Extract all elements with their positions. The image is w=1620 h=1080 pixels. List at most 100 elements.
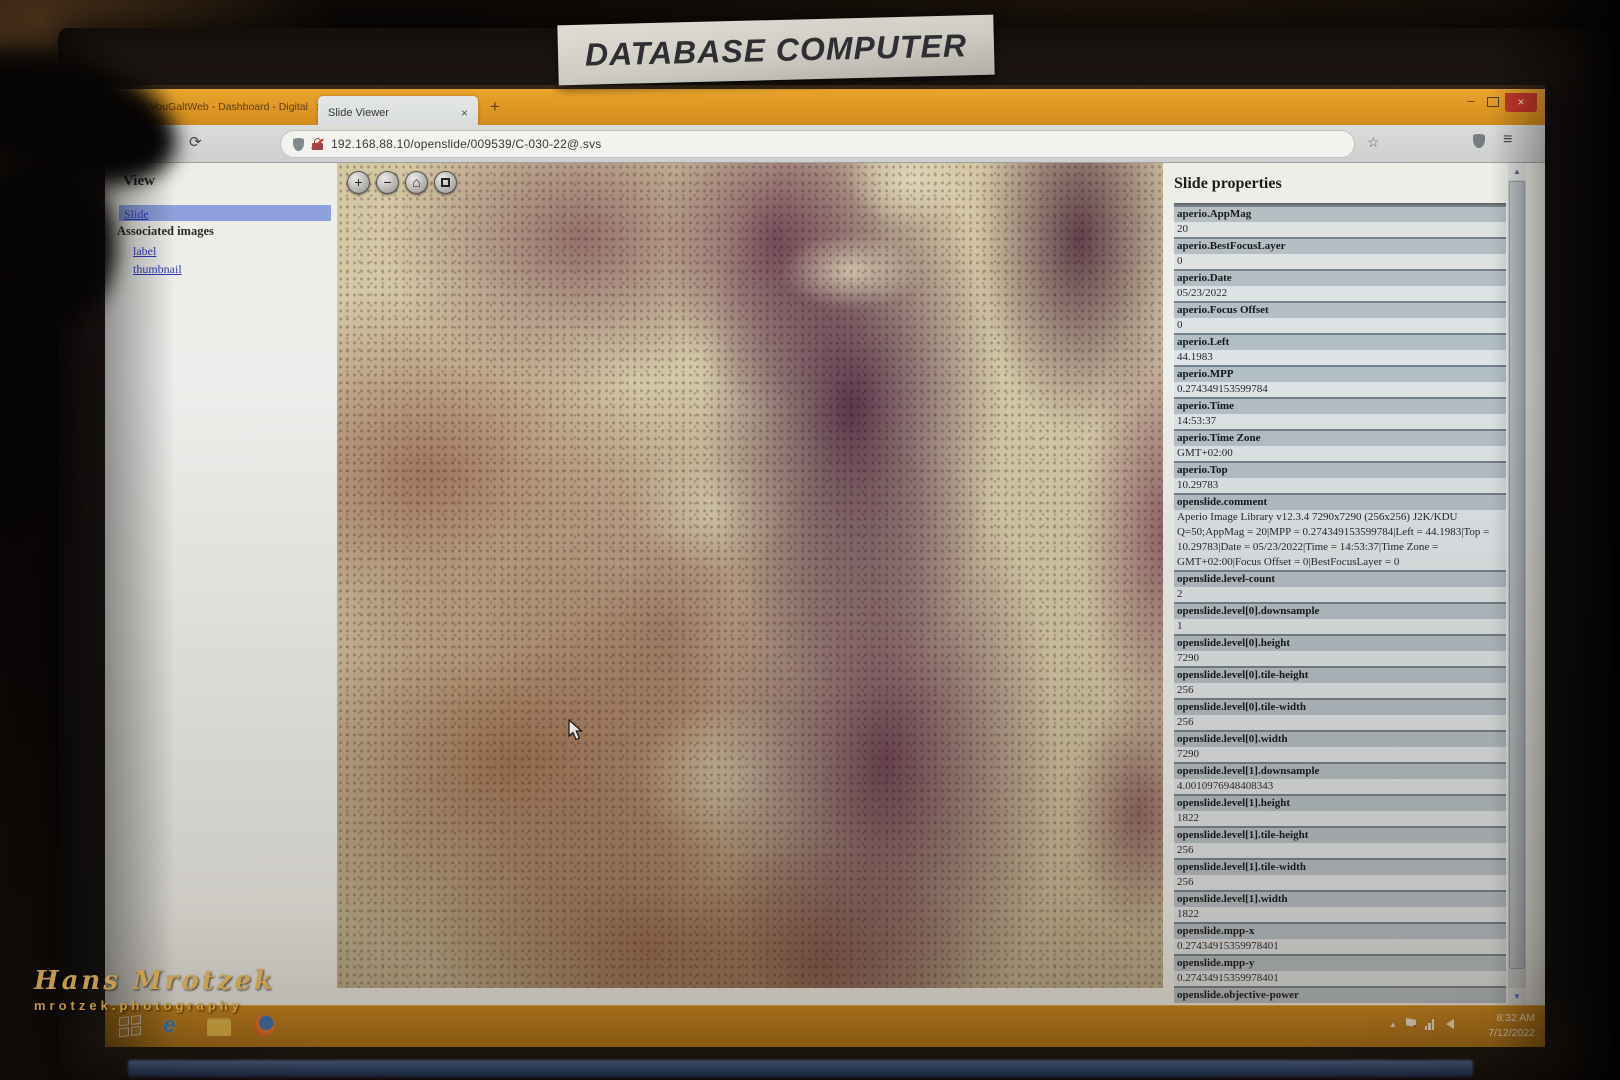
table-row: openslide.level[1].height 1822 <box>1174 794 1506 826</box>
tray-expand-icon[interactable]: ▲ <box>1389 1020 1397 1029</box>
scroll-up-icon[interactable]: ▲ <box>1508 163 1526 180</box>
property-key: aperio.Left <box>1174 333 1506 350</box>
property-value: 1 <box>1174 619 1506 634</box>
property-value: 256 <box>1174 875 1506 890</box>
close-button[interactable]: × <box>1505 93 1537 112</box>
property-key: openslide.level[1].height <box>1174 794 1506 811</box>
table-row: openslide.mpp-x 0.27434915359978401 <box>1174 922 1506 954</box>
url-bar[interactable]: 192.168.88.10/openslide/009539/C-030-22@… <box>280 130 1355 158</box>
property-key: openslide.level[0].tile-width <box>1174 698 1506 715</box>
property-value: 0.274349153599784 <box>1174 382 1506 397</box>
maximize-button[interactable] <box>1487 97 1499 107</box>
label-link[interactable]: label <box>133 244 156 259</box>
table-row: aperio.Top 10.29783 <box>1174 461 1506 493</box>
property-key: aperio.Time Zone <box>1174 429 1506 446</box>
table-row: openslide.level[1].tile-height 256 <box>1174 826 1506 858</box>
property-key: openslide.mpp-y <box>1174 954 1506 971</box>
volume-icon[interactable] <box>1446 1019 1454 1029</box>
taskbar-clock[interactable]: 8:32 AM 7/12/2022 <box>1473 1011 1535 1041</box>
slide-image-viewer[interactable]: + − ⌂ <box>337 163 1163 988</box>
property-key: aperio.AppMag <box>1174 205 1506 222</box>
browser-navbar: ← → ⟳ 192.168.88.10/openslide/009539/C-0… <box>105 125 1545 163</box>
thumbnail-link[interactable]: thumbnail <box>133 262 182 277</box>
property-value: Aperio Image Library v12.3.4 7290x7290 (… <box>1174 510 1506 570</box>
scroll-down-icon[interactable]: ▼ <box>1508 988 1526 1005</box>
table-row: openslide.level[1].downsample 4.00109769… <box>1174 762 1506 794</box>
property-key: openslide.level[1].tile-width <box>1174 858 1506 875</box>
file-explorer-icon[interactable] <box>207 1020 231 1036</box>
clock-time: 8:32 AM <box>1473 1011 1535 1026</box>
property-value: 256 <box>1174 843 1506 858</box>
properties-table: aperio.AppMag 2 0 aperio.BestFocusLayer 0… <box>1174 203 1506 1003</box>
property-value: 1822 <box>1174 811 1506 826</box>
account-shield-icon[interactable] <box>1473 134 1485 148</box>
minimize-button[interactable]: – <box>1461 93 1481 109</box>
sidebar-associated-images-label: Associated images <box>117 224 214 239</box>
property-value: 7290 <box>1174 747 1506 762</box>
photo-of-monitor: VouGaltWeb - Dashboard - Digital × Slide… <box>0 0 1620 1080</box>
property-value: 2 <box>1174 587 1506 602</box>
property-value: 0 <box>1174 318 1506 333</box>
table-row: aperio.Left 44.1983 <box>1174 333 1506 365</box>
insecure-lock-icon[interactable] <box>312 138 323 150</box>
tab-dashboard[interactable]: VouGaltWeb - Dashboard - Digital × <box>150 100 325 114</box>
property-key: openslide.objective-power <box>1174 986 1506 1003</box>
zoom-in-icon[interactable]: + <box>347 171 370 194</box>
table-row: aperio.Date 05/23/2022 <box>1174 269 1506 301</box>
property-key: aperio.BestFocusLayer <box>1174 237 1506 254</box>
fullscreen-icon[interactable] <box>434 171 457 194</box>
property-value: 1822 <box>1174 907 1506 922</box>
property-key: aperio.Date <box>1174 269 1506 286</box>
tab-dashboard-title: VouGaltWeb - Dashboard - Digital <box>150 101 308 113</box>
table-row: openslide.objective-power 20 <box>1174 986 1506 1003</box>
watermark-site: mrotzek.photography <box>34 998 275 1013</box>
property-key: openslide.level[1].width <box>1174 890 1506 907</box>
table-row: openslide.mpp-y 0.27434915359978401 <box>1174 954 1506 986</box>
firefox-icon[interactable] <box>253 1015 275 1037</box>
table-row: aperio.MPP 0.274349153599784 <box>1174 365 1506 397</box>
paper-label-text: DATABASE COMPUTER <box>585 27 968 73</box>
new-tab-button[interactable]: + <box>490 97 500 117</box>
windows-taskbar: e ▲ 8:32 AM 7/12/2022 <box>105 1005 1545 1047</box>
window-controls: – × <box>1461 93 1537 112</box>
slide-link[interactable]: Slide <box>124 207 149 221</box>
property-value: 0 <box>1174 254 1506 269</box>
table-row: aperio.Time 14:53:37 <box>1174 397 1506 429</box>
table-row: openslide.comment Aperio Image Library v… <box>1174 493 1506 570</box>
paper-label: DATABASE COMPUTER <box>557 15 994 86</box>
network-icon[interactable] <box>1425 1019 1437 1030</box>
page-content: View Slide Associated images label thumb… <box>105 163 1545 1005</box>
table-row: aperio.Time Zone GMT+02:00 <box>1174 429 1506 461</box>
mouse-cursor <box>568 719 586 748</box>
bookmark-star-icon[interactable]: ☆ <box>1367 134 1380 151</box>
refresh-icon[interactable]: ⟳ <box>189 133 202 151</box>
property-key: openslide.mpp-x <box>1174 922 1506 939</box>
viewer-controls: + − ⌂ <box>347 171 457 194</box>
tab-slide-viewer-close-icon[interactable]: × <box>461 106 468 120</box>
hamburger-menu-icon[interactable]: ≡ <box>1503 131 1512 149</box>
table-row: openslide.level[0].tile-width 256 <box>1174 698 1506 730</box>
screen: VouGaltWeb - Dashboard - Digital × Slide… <box>105 85 1545 1047</box>
internet-explorer-icon[interactable]: e <box>163 1012 175 1038</box>
photographer-watermark: Hans Mrotzek mrotzek.photography <box>34 966 275 1013</box>
scrollbar-thumb[interactable] <box>1509 181 1525 969</box>
vertical-scrollbar[interactable]: ▲ ▼ <box>1508 163 1526 1005</box>
clock-date: 7/12/2022 <box>1473 1026 1535 1041</box>
tracking-shield-icon[interactable] <box>293 138 304 151</box>
start-button-icon[interactable] <box>119 1015 143 1040</box>
slide-properties-panel: Slide properties aperio.AppMag 20 aperio… <box>1170 163 1506 1005</box>
table-row: aperio.BestFocusLayer 0 <box>1174 237 1506 269</box>
table-row: openslide.level[0].width 7290 <box>1174 730 1506 762</box>
home-icon[interactable]: ⌂ <box>405 171 428 194</box>
monitor-bottom-edge-glow <box>128 1060 1473 1077</box>
property-key: aperio.Time <box>1174 397 1506 414</box>
property-key: aperio.Focus Offset <box>1174 301 1506 318</box>
action-center-flag-icon[interactable] <box>1406 1018 1416 1030</box>
system-tray: ▲ <box>1389 1018 1454 1030</box>
hand-silhouette <box>0 290 60 550</box>
zoom-out-icon[interactable]: − <box>376 171 399 194</box>
tab-slide-viewer-title: Slide Viewer <box>328 107 461 119</box>
property-key: aperio.Top <box>1174 461 1506 478</box>
sidebar-item-slide[interactable]: Slide <box>119 205 331 221</box>
property-key: aperio.MPP <box>1174 365 1506 382</box>
